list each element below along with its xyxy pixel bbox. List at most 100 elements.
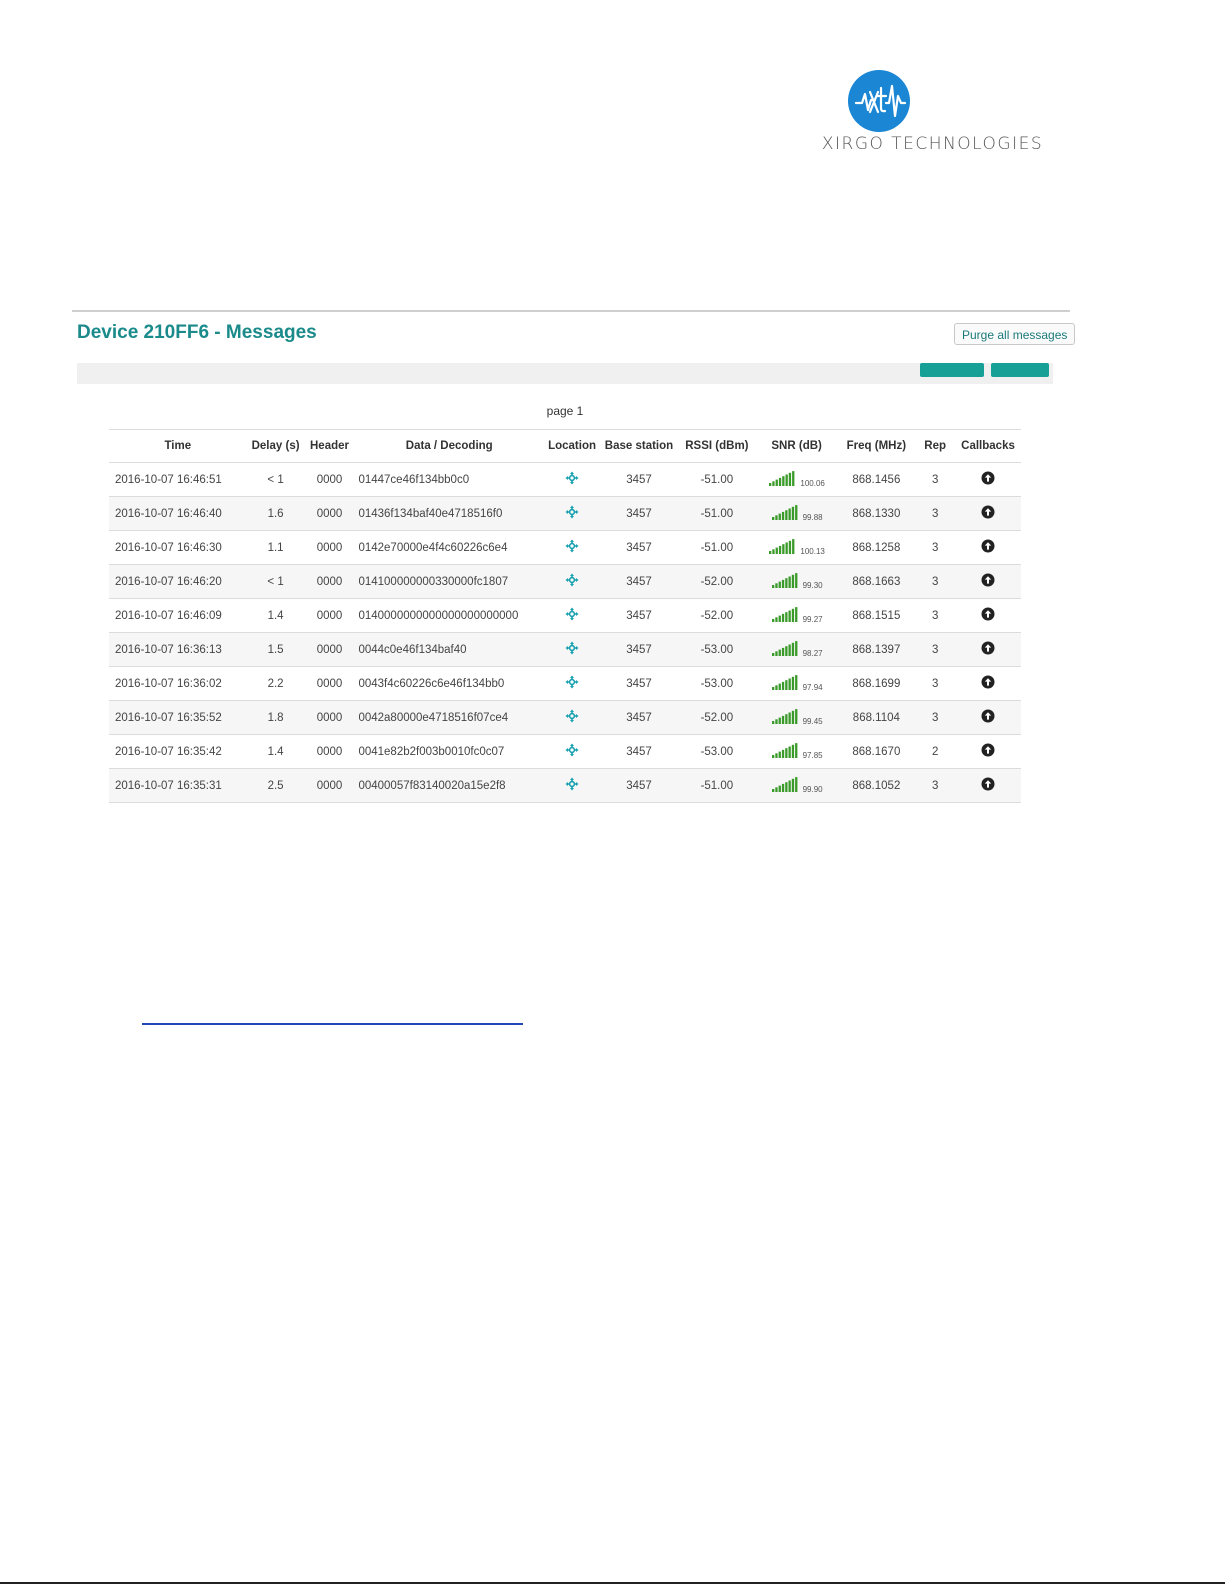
cell-delay: 2.5 <box>246 768 305 803</box>
column-header-location: Location <box>544 429 601 463</box>
cell-base-station-link[interactable]: 3457 <box>600 666 678 701</box>
panel-divider <box>72 310 1070 312</box>
table-row: 2016-10-07 16:46:09 1.4 0000 01400000000000… <box>109 598 1021 633</box>
arrow-up-circle-icon[interactable] <box>981 743 995 760</box>
cell-data: 01447ce46f134bb0c0 <box>354 462 545 497</box>
cell-base-station-link[interactable]: 3457 <box>600 768 678 803</box>
crosshair-move-icon[interactable] <box>565 641 579 658</box>
arrow-up-circle-icon[interactable] <box>981 471 995 488</box>
arrow-up-circle-icon[interactable] <box>981 539 995 556</box>
cell-rssi: -51.00 <box>677 768 756 803</box>
column-header-time: Time <box>109 429 247 463</box>
signal-bars-icon <box>771 572 799 591</box>
cell-header: 0000 <box>304 632 355 667</box>
cell-rep-link[interactable]: 3 <box>915 700 956 735</box>
cell-base-station-link[interactable]: 3457 <box>600 564 678 599</box>
column-header-data: Data / Decoding <box>354 429 545 463</box>
cell-time: 2016-10-07 16:36:13 <box>109 632 247 667</box>
cell-snr: 99.88 <box>755 496 838 531</box>
hyperlink-underline[interactable] <box>142 1023 523 1025</box>
cell-freq: 868.1670 <box>837 734 916 769</box>
logo-emblem-icon <box>848 70 910 132</box>
cell-base-station-link[interactable]: 3457 <box>600 700 678 735</box>
cell-base-station-link[interactable]: 3457 <box>600 530 678 565</box>
cell-rep-link[interactable]: 3 <box>915 666 956 701</box>
cell-rssi: -52.00 <box>677 564 756 599</box>
cell-rep-link[interactable]: 3 <box>915 530 956 565</box>
signal-bars-icon <box>768 470 796 489</box>
column-header-callbacks: Callbacks <box>955 429 1021 463</box>
column-header-base-station: Base station <box>600 429 678 463</box>
cell-data: 01436f134baf40e4718516f0 <box>354 496 545 531</box>
crosshair-move-icon[interactable] <box>565 743 579 760</box>
cell-rep-link[interactable]: 3 <box>915 632 956 667</box>
cell-delay: 1.4 <box>246 734 305 769</box>
cell-base-station-link[interactable]: 3457 <box>600 598 678 633</box>
cell-freq: 868.1104 <box>837 700 916 735</box>
cell-base-station-link[interactable]: 3457 <box>600 734 678 769</box>
cell-base-station-link[interactable]: 3457 <box>600 462 678 497</box>
cell-base-station-link[interactable]: 3457 <box>600 632 678 667</box>
cell-snr: 97.94 <box>755 666 838 701</box>
cell-callbacks <box>955 632 1021 667</box>
table-row: 2016-10-07 16:36:02 2.2 0000 0043f4c60226c6… <box>109 666 1021 701</box>
signal-bars-icon <box>771 742 799 761</box>
pagination-label: page 1 <box>546 404 584 418</box>
cell-header: 0000 <box>304 564 355 599</box>
cell-base-station-link[interactable]: 3457 <box>600 496 678 531</box>
cell-rep-link[interactable]: 3 <box>915 462 956 497</box>
cell-snr: 99.90 <box>755 768 838 803</box>
arrow-up-circle-icon[interactable] <box>981 641 995 658</box>
cell-header: 0000 <box>304 768 355 803</box>
arrow-up-circle-icon[interactable] <box>981 675 995 692</box>
cell-time: 2016-10-07 16:35:52 <box>109 700 247 735</box>
toolbar-button-2[interactable] <box>991 363 1049 377</box>
arrow-up-circle-icon[interactable] <box>981 505 995 522</box>
cell-snr: 100.13 <box>755 530 838 565</box>
arrow-up-circle-icon[interactable] <box>981 777 995 794</box>
cell-data: 0044c0e46f134baf40 <box>354 632 545 667</box>
crosshair-move-icon[interactable] <box>565 607 579 624</box>
cell-delay: 1.6 <box>246 496 305 531</box>
crosshair-move-icon[interactable] <box>565 471 579 488</box>
snr-value: 100.13 <box>800 547 825 556</box>
cell-rep-link[interactable]: 3 <box>915 598 956 633</box>
cell-location <box>544 496 601 531</box>
arrow-up-circle-icon[interactable] <box>981 573 995 590</box>
cell-freq: 868.1330 <box>837 496 916 531</box>
snr-value: 100.06 <box>800 479 825 488</box>
cell-rep-link[interactable]: 3 <box>915 496 956 531</box>
signal-bars-icon <box>771 606 799 625</box>
cell-callbacks <box>955 734 1021 769</box>
table-header-row: Time Delay (s) Header Data / Decoding Lo… <box>109 429 1021 463</box>
arrow-up-circle-icon[interactable] <box>981 709 995 726</box>
purge-all-messages-button[interactable]: Purge all messages <box>954 323 1076 345</box>
table-row: 2016-10-07 16:35:42 1.4 0000 0041e82b2f003b… <box>109 734 1021 769</box>
crosshair-move-icon[interactable] <box>565 709 579 726</box>
cell-rssi: -53.00 <box>677 632 756 667</box>
cell-data: 00400057f83140020a15e2f8 <box>354 768 545 803</box>
cell-location <box>544 768 601 803</box>
cell-time: 2016-10-07 16:36:02 <box>109 666 247 701</box>
crosshair-move-icon[interactable] <box>565 675 579 692</box>
crosshair-move-icon[interactable] <box>565 777 579 794</box>
cell-location <box>544 700 601 735</box>
cell-rep-link[interactable]: 3 <box>915 768 956 803</box>
cell-header: 0000 <box>304 734 355 769</box>
cell-rep-link[interactable]: 2 <box>915 734 956 769</box>
table-row: 2016-10-07 16:46:30 1.1 0000 0142e70000e4f4… <box>109 530 1021 565</box>
cell-callbacks <box>955 462 1021 497</box>
toolbar-button-1[interactable] <box>920 363 984 377</box>
crosshair-move-icon[interactable] <box>565 505 579 522</box>
table-row: 2016-10-07 16:46:51 < 1 0000 01447ce46f134b… <box>109 462 1021 497</box>
arrow-up-circle-icon[interactable] <box>981 607 995 624</box>
cell-rssi: -52.00 <box>677 598 756 633</box>
cell-delay: < 1 <box>246 462 305 497</box>
cell-delay: < 1 <box>246 564 305 599</box>
cell-rep-link[interactable]: 3 <box>915 564 956 599</box>
cell-location <box>544 564 601 599</box>
crosshair-move-icon[interactable] <box>565 539 579 556</box>
crosshair-move-icon[interactable] <box>565 573 579 590</box>
cell-rssi: -51.00 <box>677 496 756 531</box>
snr-value: 97.85 <box>802 751 823 760</box>
